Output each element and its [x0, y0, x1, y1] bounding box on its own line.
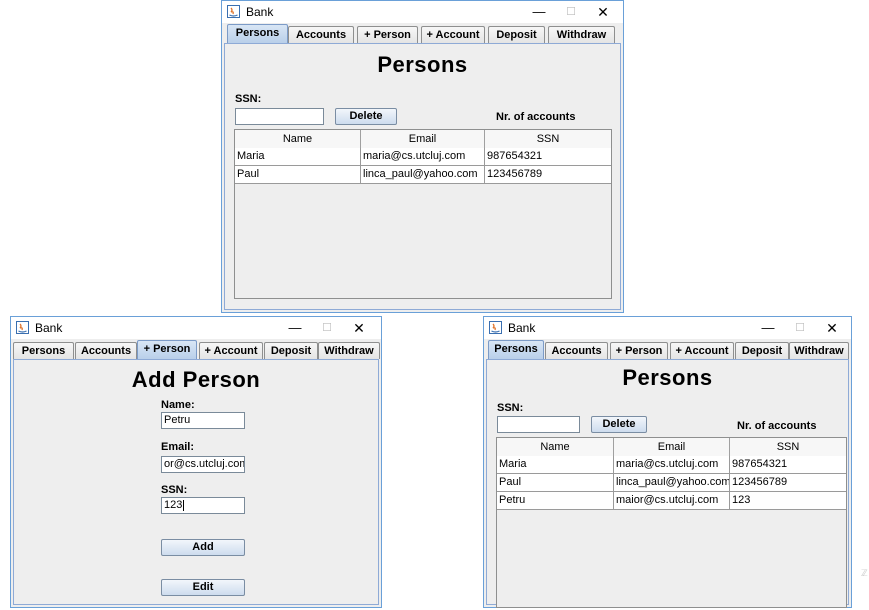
bank-window-right: Bank — ☐ ✕ Persons Accounts + Person + A…: [483, 316, 852, 608]
tab-accounts[interactable]: Accounts: [545, 342, 608, 359]
page-title: Persons: [377, 52, 468, 77]
window-title: Bank: [508, 321, 536, 335]
java-app-icon: [489, 321, 502, 334]
java-app-icon: [16, 321, 29, 334]
tab-add-person[interactable]: + Person: [357, 26, 418, 43]
close-icon[interactable]: ✕: [347, 318, 371, 338]
tab-withdraw[interactable]: Withdraw: [318, 342, 380, 359]
cell-email: linca_paul@yahoo.com: [614, 474, 730, 491]
table-row[interactable]: Paul linca_paul@yahoo.com 123456789: [235, 166, 611, 184]
page-title: Add Person: [131, 367, 261, 392]
table-row[interactable]: Paul linca_paul@yahoo.com 123456789: [497, 474, 846, 492]
tab-persons[interactable]: Persons: [13, 342, 74, 359]
maximize-icon[interactable]: ☐: [788, 318, 812, 338]
tab-deposit[interactable]: Deposit: [264, 342, 318, 359]
ssn-label: SSN:: [497, 402, 524, 414]
ssn-input[interactable]: 123: [161, 497, 245, 514]
cell-email: linca_paul@yahoo.com: [361, 166, 485, 183]
window-title: Bank: [35, 321, 63, 335]
ssn-label: SSN:: [161, 484, 188, 496]
table-row[interactable]: Maria maria@cs.utcluj.com 987654321: [235, 148, 611, 166]
window-title: Bank: [246, 5, 274, 19]
title-bar[interactable]: Bank — ☐ ✕: [484, 317, 851, 339]
nr-of-accounts-label: Nr. of accounts: [496, 111, 576, 123]
tab-deposit[interactable]: Deposit: [735, 342, 789, 359]
edit-button[interactable]: Edit: [161, 579, 245, 596]
close-icon[interactable]: ✕: [591, 2, 615, 22]
cell-ssn: 987654321: [732, 458, 788, 470]
cell-name: Paul: [497, 474, 614, 491]
cell-ssn: 123: [732, 494, 751, 506]
tab-add-person[interactable]: + Person: [610, 342, 668, 359]
title-bar[interactable]: Bank — ☐ ✕: [222, 1, 623, 23]
ssn-input[interactable]: [497, 416, 580, 433]
column-header-email[interactable]: Email: [361, 130, 485, 148]
column-header-name[interactable]: Name: [235, 130, 361, 148]
ssn-input[interactable]: [235, 108, 324, 125]
add-person-panel: Add Person Name: Petru Email: or@cs.utcl…: [13, 359, 379, 605]
column-header-email[interactable]: Email: [614, 438, 730, 456]
minimize-icon[interactable]: —: [283, 318, 307, 338]
minimize-icon[interactable]: —: [527, 2, 551, 22]
tab-persons[interactable]: Persons: [227, 24, 288, 44]
cell-name: Maria: [497, 456, 614, 473]
cell-ssn: 123456789: [732, 476, 788, 488]
tab-add-account[interactable]: + Account: [199, 342, 263, 359]
column-header-name[interactable]: Name: [497, 438, 614, 456]
table-header: Name Email SSN: [235, 130, 611, 149]
tab-deposit[interactable]: Deposit: [488, 26, 545, 43]
cell-name: Petru: [497, 492, 614, 509]
page-title: Persons: [622, 365, 713, 390]
tab-accounts[interactable]: Accounts: [288, 26, 354, 43]
name-label: Name:: [161, 399, 195, 411]
persons-table[interactable]: Name Email SSN Maria maria@cs.utcluj.com…: [496, 437, 847, 608]
tab-add-account[interactable]: + Account: [421, 26, 485, 43]
ssn-input-value: 123: [164, 499, 183, 511]
title-bar[interactable]: Bank — ☐ ✕: [11, 317, 381, 339]
tab-bar: Persons Accounts + Person + Account Depo…: [224, 24, 621, 44]
cell-email: maria@cs.utcluj.com: [361, 148, 485, 165]
minimize-icon[interactable]: —: [756, 318, 780, 338]
delete-button[interactable]: Delete: [335, 108, 397, 125]
nr-of-accounts-label: Nr. of accounts: [737, 420, 817, 432]
tab-bar: Persons Accounts + Person + Account Depo…: [13, 340, 380, 360]
bank-window-top: Bank — ☐ ✕ Persons Accounts + Person + A…: [221, 0, 624, 313]
cell-ssn: 123456789: [487, 168, 543, 180]
cell-ssn: 987654321: [487, 150, 543, 162]
email-label: Email:: [161, 441, 195, 453]
email-input[interactable]: or@cs.utcluj.com: [161, 456, 245, 473]
column-header-ssn[interactable]: SSN: [730, 438, 846, 456]
delete-button[interactable]: Delete: [591, 416, 647, 433]
ssn-label: SSN:: [235, 93, 262, 105]
cell-name: Paul: [235, 166, 361, 183]
edge-glyph: ℤ: [861, 568, 868, 578]
maximize-icon[interactable]: ☐: [559, 2, 583, 22]
persons-table[interactable]: Name Email SSN Maria maria@cs.utcluj.com…: [234, 129, 612, 299]
name-input[interactable]: Petru: [161, 412, 245, 429]
persons-panel: Persons SSN: Delete Nr. of accounts Name…: [486, 359, 849, 608]
java-app-icon: [227, 5, 240, 18]
table-row[interactable]: Maria maria@cs.utcluj.com 987654321: [497, 456, 846, 474]
tab-accounts[interactable]: Accounts: [75, 342, 137, 359]
table-header: Name Email SSN: [497, 438, 846, 457]
cell-name: Maria: [235, 148, 361, 165]
maximize-icon[interactable]: ☐: [315, 318, 339, 338]
tab-bar: Persons Accounts + Person + Account Depo…: [486, 340, 849, 360]
close-icon[interactable]: ✕: [820, 318, 844, 338]
persons-panel: Persons SSN: Delete Nr. of accounts Name…: [224, 43, 621, 310]
tab-add-account[interactable]: + Account: [670, 342, 734, 359]
bank-window-left: Bank — ☐ ✕ Persons Accounts + Person + A…: [10, 316, 382, 608]
tab-add-person[interactable]: + Person: [137, 340, 197, 360]
add-button[interactable]: Add: [161, 539, 245, 556]
tab-withdraw[interactable]: Withdraw: [548, 26, 615, 43]
tab-persons[interactable]: Persons: [488, 340, 544, 360]
table-row[interactable]: Petru maior@cs.utcluj.com 123: [497, 492, 846, 510]
cell-email: maria@cs.utcluj.com: [614, 456, 730, 473]
tab-withdraw[interactable]: Withdraw: [789, 342, 849, 359]
text-caret: [183, 499, 185, 511]
column-header-ssn[interactable]: SSN: [485, 130, 611, 148]
cell-email: maior@cs.utcluj.com: [614, 492, 730, 509]
